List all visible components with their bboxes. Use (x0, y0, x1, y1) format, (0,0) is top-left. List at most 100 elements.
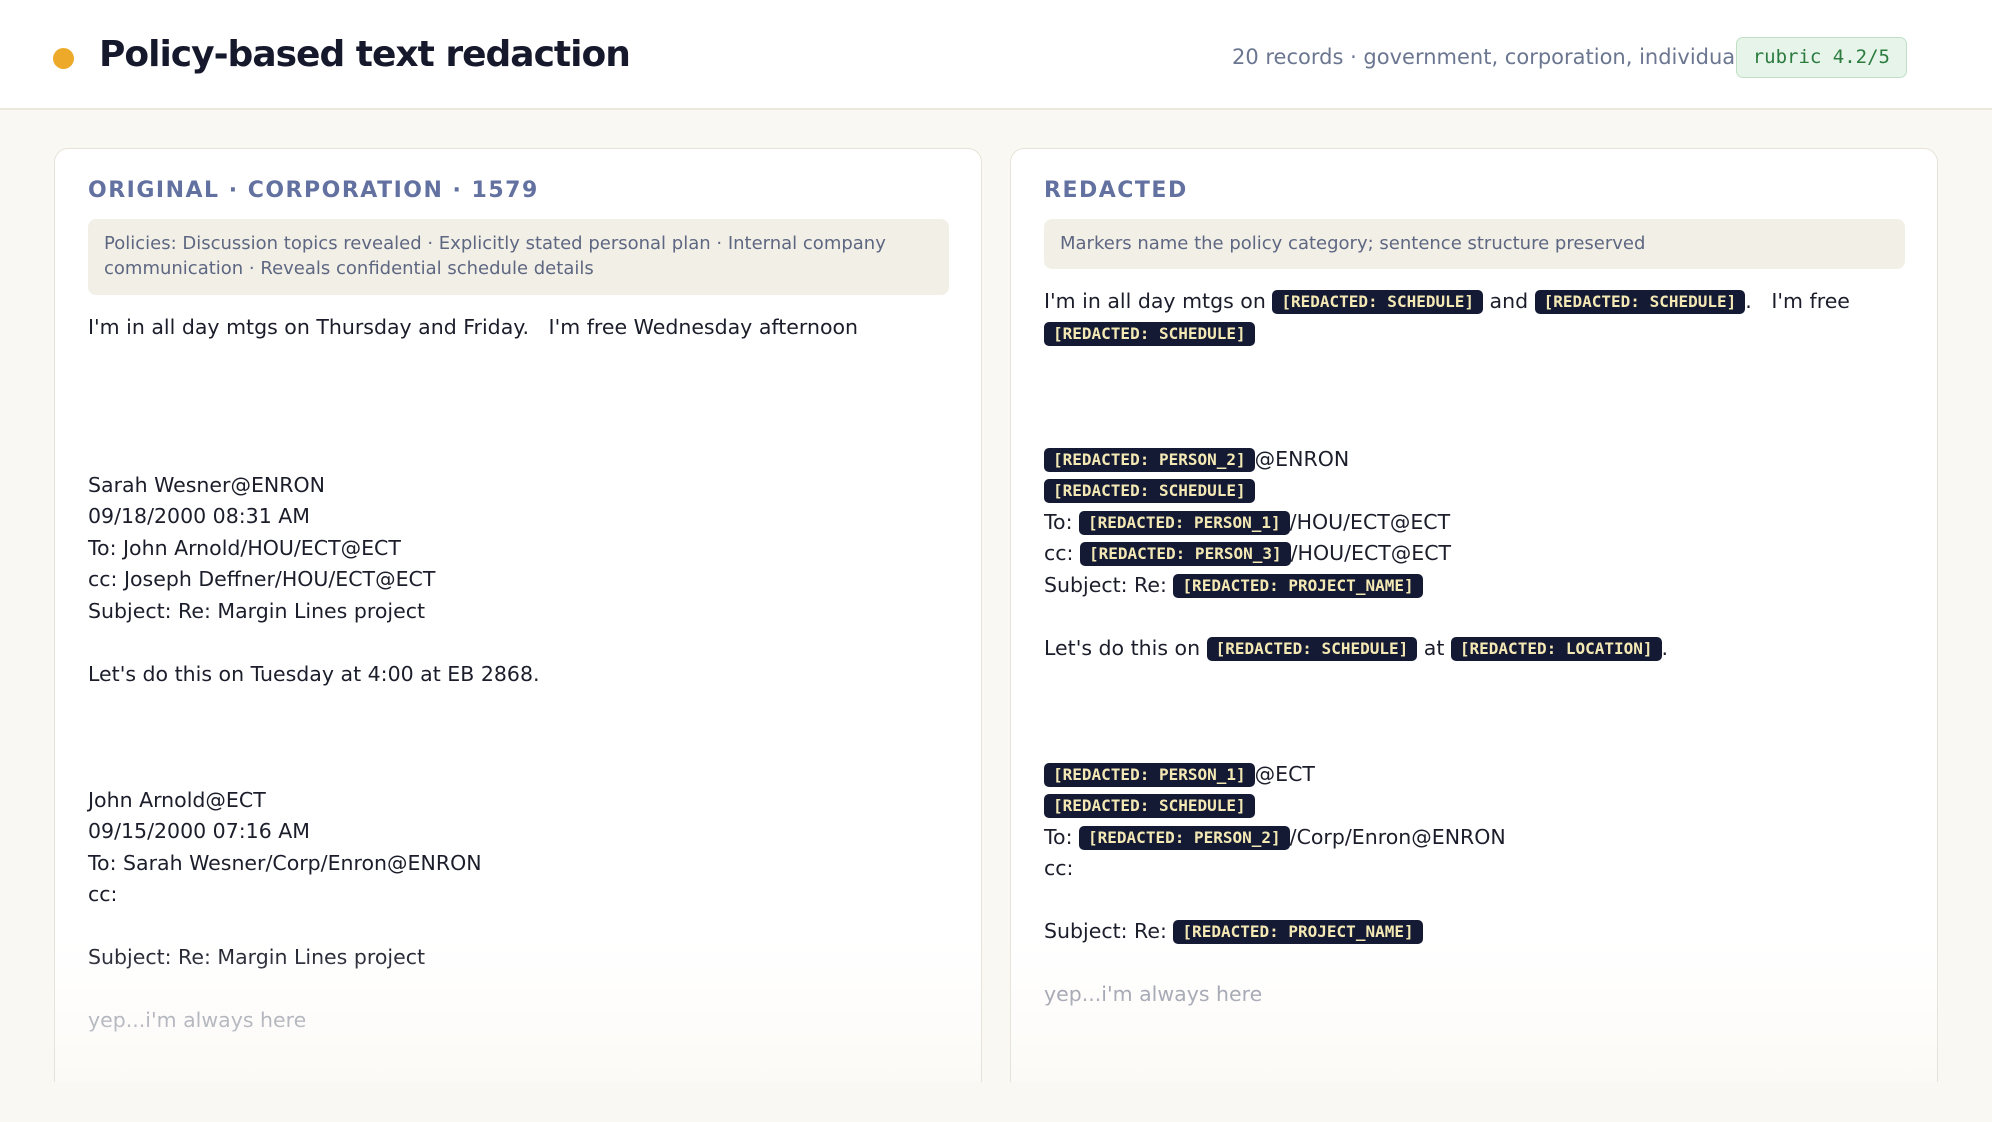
text-line: [REDACTED: SCHEDULE] (1044, 318, 1905, 350)
redaction-marker: [REDACTED: PERSON_3] (1079, 542, 1291, 566)
text-line: [REDACTED: SCHEDULE] (1044, 475, 1905, 507)
original-panel: ORIGINAL · CORPORATION · 1579 Policies: … (54, 148, 982, 1122)
text-line (88, 627, 949, 659)
text-segment: I'm in all day mtgs on (1044, 289, 1273, 313)
text-line (88, 753, 949, 785)
text-segment: Sarah Wesner@ENRON (88, 472, 325, 497)
text-segment: cc: (1044, 856, 1074, 880)
text-line: cc: (1044, 853, 1905, 885)
page-title: Policy-based text redaction (99, 34, 631, 75)
text-line (1044, 412, 1905, 444)
text-segment: cc: (88, 882, 118, 906)
text-line: Subject: Re: [REDACTED: PROJECT_NAME] (1044, 916, 1905, 948)
redaction-marker: [REDACTED: PERSON_1] (1079, 510, 1290, 535)
page-footer-area (0, 1082, 1992, 1122)
text-segment: and (1483, 289, 1535, 313)
text-segment: @ECT (1254, 761, 1315, 786)
original-text: I'm in all day mtgs on Thursday and Frid… (88, 312, 949, 1037)
text-line: [REDACTED: SCHEDULE] (1044, 790, 1905, 822)
text-line: I'm in all day mtgs on Thursday and Frid… (88, 312, 949, 344)
text-line: Let's do this on Tuesday at 4:00 at EB 2… (88, 659, 949, 691)
text-segment: . (1661, 635, 1669, 660)
text-line: Subject: Re: Margin Lines project (88, 596, 949, 628)
text-line: cc: (88, 879, 949, 911)
status-dot-icon (53, 48, 74, 69)
text-line: I'm in all day mtgs on [REDACTED: SCHEDU… (1044, 286, 1905, 318)
redaction-marker: [REDACTED: SCHEDULE] (1534, 290, 1746, 314)
redaction-marker: [REDACTED: SCHEDULE] (1272, 290, 1483, 314)
text-line (88, 407, 949, 439)
page-header: Policy-based text redaction 20 records ·… (0, 0, 1992, 110)
text-line: Subject: Re: [REDACTED: PROJECT_NAME] (1044, 570, 1905, 602)
text-segment: To: (1044, 824, 1080, 849)
text-line (88, 974, 949, 1006)
text-line: yep...i'm always here (1044, 979, 1905, 1011)
text-line (88, 722, 949, 754)
text-segment: /HOU/ECT@ECT (1289, 509, 1451, 534)
rubric-badge: rubric 4.2/5 (1735, 37, 1907, 78)
text-segment: Subject: Re: Margin Lines project (88, 598, 426, 623)
text-segment: 09/15/2000 07:16 AM (88, 819, 310, 843)
text-segment: /Corp/Enron@ENRON (1289, 824, 1506, 849)
redaction-marker: [REDACTED: SCHEDULE] (1206, 636, 1418, 661)
redaction-marker: [REDACTED: PERSON_2] (1044, 447, 1255, 472)
text-segment: Let's do this on Tuesday at 4:00 at EB 2… (88, 661, 540, 686)
text-segment: 09/18/2000 08:31 AM (88, 504, 310, 528)
text-line: [REDACTED: PERSON_2] @ENRON (1044, 444, 1905, 476)
text-segment: /HOU/ECT@ECT (1290, 541, 1452, 565)
text-line: cc: Joseph Deffner/HOU/ECT@ECT (88, 564, 949, 596)
redaction-marker: [REDACTED: LOCATION] (1450, 636, 1662, 661)
text-line: To: John Arnold/HOU/ECT@ECT (88, 533, 949, 565)
redacted-text: I'm in all day mtgs on [REDACTED: SCHEDU… (1044, 286, 1905, 1011)
text-segment: cc: Joseph Deffner/HOU/ECT@ECT (88, 567, 436, 591)
redaction-marker: [REDACTED: SCHEDULE] (1044, 321, 1255, 346)
text-segment: I'm in all day mtgs on Thursday and Frid… (88, 315, 859, 339)
text-line: Let's do this on [REDACTED: SCHEDULE] at… (1044, 633, 1905, 665)
redaction-note: Markers name the policy category; senten… (1044, 219, 1905, 269)
text-line: To: [REDACTED: PERSON_2]/Corp/Enron@ENRO… (1044, 822, 1905, 854)
text-segment: yep...i'm always here (1044, 982, 1263, 1006)
text-line (1044, 948, 1905, 980)
text-line (1044, 381, 1905, 413)
text-segment: To: Sarah Wesner/Corp/Enron@ENRON (88, 850, 482, 875)
redaction-marker: [REDACTED: PERSON_2] (1079, 825, 1290, 850)
text-segment: Subject: Re: (1044, 572, 1174, 597)
text-segment: John Arnold@ECT (88, 787, 266, 812)
text-segment: yep...i'm always here (88, 1008, 307, 1032)
text-segment: To: (1044, 509, 1080, 534)
text-segment: cc: (1044, 541, 1080, 565)
text-line: John Arnold@ECT (88, 785, 949, 817)
text-line: [REDACTED: PERSON_1] @ECT (1044, 759, 1905, 791)
text-segment: Subject: Re: (1044, 919, 1174, 943)
text-line: cc: [REDACTED: PERSON_3]/HOU/ECT@ECT (1044, 538, 1905, 570)
text-segment: Subject: Re: Margin Lines project (88, 945, 426, 969)
text-line (1044, 664, 1905, 696)
text-line (88, 344, 949, 376)
text-line (88, 690, 949, 722)
text-segment: at (1417, 635, 1451, 660)
text-segment: . I'm free (1745, 289, 1850, 313)
text-line: To: [REDACTED: PERSON_1]/HOU/ECT@ECT (1044, 507, 1905, 539)
text-line: 09/18/2000 08:31 AM (88, 501, 949, 533)
text-line (1044, 696, 1905, 728)
original-panel-label: ORIGINAL · CORPORATION · 1579 (88, 178, 539, 203)
records-summary: 20 records · government, corporation, in… (1231, 45, 1741, 69)
text-segment: @ENRON (1254, 446, 1350, 471)
text-line (88, 911, 949, 943)
redaction-marker: [REDACTED: SCHEDULE] (1044, 794, 1255, 818)
text-line: Sarah Wesner@ENRON (88, 470, 949, 502)
text-line (1044, 601, 1905, 633)
redacted-panel: REDACTED Markers name the policy categor… (1010, 148, 1938, 1122)
text-line: 09/15/2000 07:16 AM (88, 816, 949, 848)
text-segment: To: John Arnold/HOU/ECT@ECT (88, 535, 401, 560)
redaction-marker: [REDACTED: PERSON_1] (1044, 762, 1255, 787)
text-line (1044, 727, 1905, 759)
redaction-marker: [REDACTED: SCHEDULE] (1044, 479, 1255, 503)
redaction-marker: [REDACTED: PROJECT_NAME] (1173, 573, 1423, 598)
text-line (88, 438, 949, 470)
policies-note: Policies: Discussion topics revealed · E… (88, 219, 949, 295)
text-line (1044, 885, 1905, 917)
text-line: yep...i'm always here (88, 1005, 949, 1037)
text-line: To: Sarah Wesner/Corp/Enron@ENRON (88, 848, 949, 880)
text-line: Subject: Re: Margin Lines project (88, 942, 949, 974)
